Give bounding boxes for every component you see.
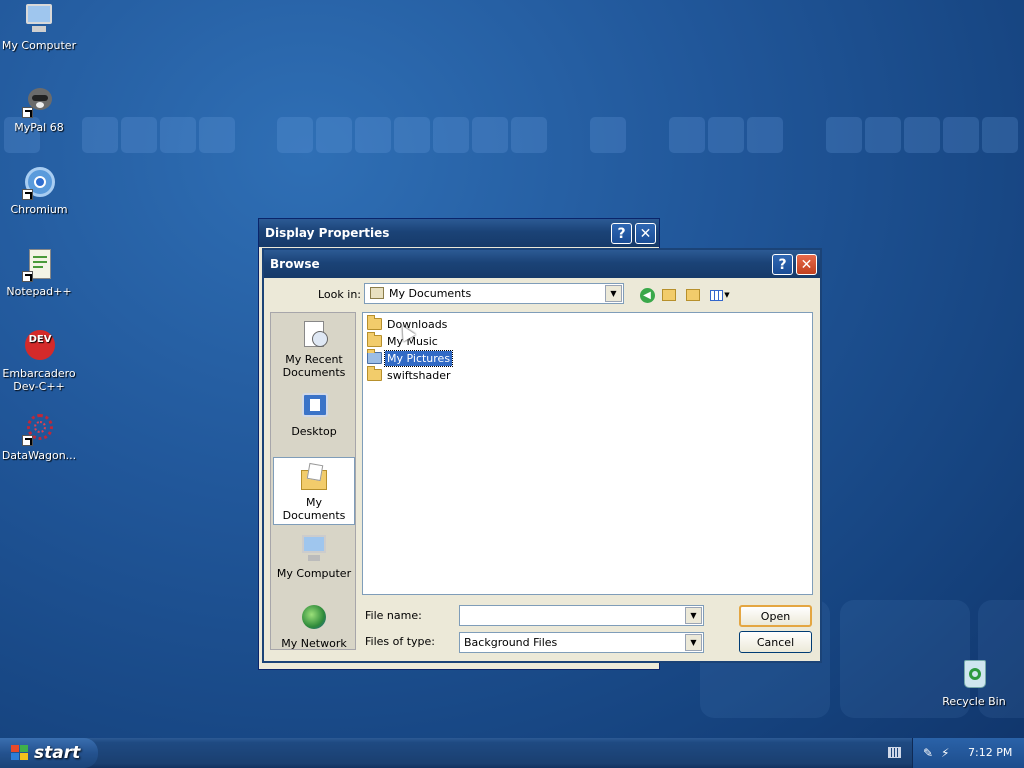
place-my-computer[interactable]: My Computer	[273, 533, 355, 580]
file-list[interactable]: Downloads My Music My Pictures swiftshad…	[362, 312, 813, 595]
list-item[interactable]: swiftshader	[367, 366, 453, 383]
back-icon[interactable]: ◀	[638, 286, 656, 304]
files-of-type-dropdown[interactable]: Background Files ▼	[459, 632, 704, 653]
recycle-bin-icon	[957, 658, 991, 692]
files-of-type-value: Background Files	[464, 636, 558, 649]
look-in-value: My Documents	[389, 287, 472, 300]
mypal-raccoon-icon	[22, 84, 56, 118]
desktop-icon-datawagon[interactable]: DataWagon...	[0, 412, 78, 462]
place-label: Desktop	[291, 425, 337, 438]
desktop-icon-label: My Computer	[1, 39, 77, 52]
close-button[interactable]: ✕	[635, 223, 656, 244]
desktop-icon-label: MyPal 68	[14, 121, 64, 134]
file-name: Downloads	[387, 317, 448, 331]
place-label: My Documents	[282, 496, 346, 522]
my-computer-icon	[22, 2, 56, 36]
desktop-icon-label: DataWagon...	[1, 449, 77, 462]
place-label: My Network	[281, 637, 347, 650]
desktop-icon-chromium[interactable]: Chromium	[0, 166, 78, 216]
view-menu-icon[interactable]: ▼	[708, 286, 732, 304]
desktop-icon	[298, 391, 330, 423]
place-label: My Recent Documents	[282, 353, 346, 379]
system-tray: ✎ ⚡ 7:12 PM	[912, 738, 1024, 768]
clock[interactable]: 7:12 PM	[968, 746, 1012, 759]
dialog-title: Browse	[270, 257, 320, 271]
open-button[interactable]: Open	[739, 605, 812, 627]
chevron-down-icon[interactable]: ▼	[605, 285, 622, 302]
place-recent-documents[interactable]: My Recent Documents	[273, 319, 355, 379]
folder-icon	[367, 315, 382, 330]
place-my-documents[interactable]: My Documents	[273, 457, 355, 525]
browse-titlebar[interactable]: Browse ? ✕	[264, 250, 820, 278]
place-label: My Computer	[276, 567, 352, 580]
notepadpp-icon	[22, 248, 56, 282]
new-folder-icon[interactable]	[684, 286, 702, 304]
datawagon-icon	[22, 412, 56, 446]
start-label: start	[34, 743, 81, 763]
help-button[interactable]: ?	[772, 254, 793, 275]
chevron-down-icon[interactable]: ▼	[685, 607, 702, 624]
files-of-type-label: Files of type:	[365, 635, 436, 648]
desktop-icon-label: Recycle Bin	[942, 695, 1006, 708]
desktop-icon-label: Chromium	[10, 203, 68, 216]
my-documents-icon	[298, 462, 330, 494]
look-in-label: Look in:	[318, 288, 361, 301]
windows-flag-icon	[11, 745, 29, 761]
chromium-icon	[22, 166, 56, 200]
close-button[interactable]: ✕	[796, 254, 817, 275]
my-computer-icon	[298, 533, 330, 565]
keyboard-icon[interactable]	[888, 747, 901, 758]
help-button[interactable]: ?	[611, 223, 632, 244]
my-network-icon	[298, 603, 330, 635]
file-name: swiftshader	[387, 368, 451, 382]
display-properties-titlebar[interactable]: Display Properties ? ✕	[259, 219, 659, 247]
start-button[interactable]: start	[0, 738, 98, 768]
place-desktop[interactable]: Desktop	[273, 391, 355, 438]
taskbar: start ✎ ⚡ 7:12 PM	[0, 738, 1024, 768]
desktop-icon-recycle-bin[interactable]: Recycle Bin	[935, 658, 1013, 708]
chevron-down-icon[interactable]: ▼	[685, 634, 702, 651]
file-name: My Pictures	[383, 349, 454, 367]
desktop-icon-devcpp[interactable]: DEV Embarcadero Dev-C++	[0, 330, 78, 393]
desktop-icon-notepadpp[interactable]: Notepad++	[0, 248, 78, 298]
music-folder-icon	[367, 332, 382, 347]
devcpp-badge: DEV	[25, 330, 55, 360]
desktop-icon-my-computer[interactable]: My Computer	[0, 2, 78, 52]
recent-documents-icon	[298, 319, 330, 351]
tray-network-icon[interactable]: ⚡	[941, 746, 949, 760]
file-name-label: File name:	[365, 609, 422, 622]
devcpp-icon: DEV	[22, 330, 56, 364]
file-name-field[interactable]: ▼	[459, 605, 704, 626]
places-bar: My Recent Documents Desktop My Documents…	[270, 312, 356, 650]
tray-app-icon[interactable]: ✎	[923, 746, 933, 760]
up-folder-icon[interactable]	[660, 286, 678, 304]
wallpaper-tiles	[0, 117, 1024, 153]
list-item[interactable]: My Pictures	[367, 349, 454, 367]
place-my-network[interactable]: My Network	[273, 603, 355, 650]
window-title: Display Properties	[265, 226, 390, 240]
desktop-icon-label: Notepad++	[6, 285, 72, 298]
my-documents-small-icon	[370, 287, 384, 299]
cancel-button[interactable]: Cancel	[739, 631, 812, 653]
desktop-icon-label: Embarcadero Dev-C++	[2, 367, 76, 393]
desktop-icon-mypal[interactable]: MyPal 68	[0, 84, 78, 134]
look-in-dropdown[interactable]: My Documents ▼	[364, 283, 624, 304]
folder-icon	[367, 366, 382, 381]
pictures-folder-icon	[367, 349, 382, 364]
